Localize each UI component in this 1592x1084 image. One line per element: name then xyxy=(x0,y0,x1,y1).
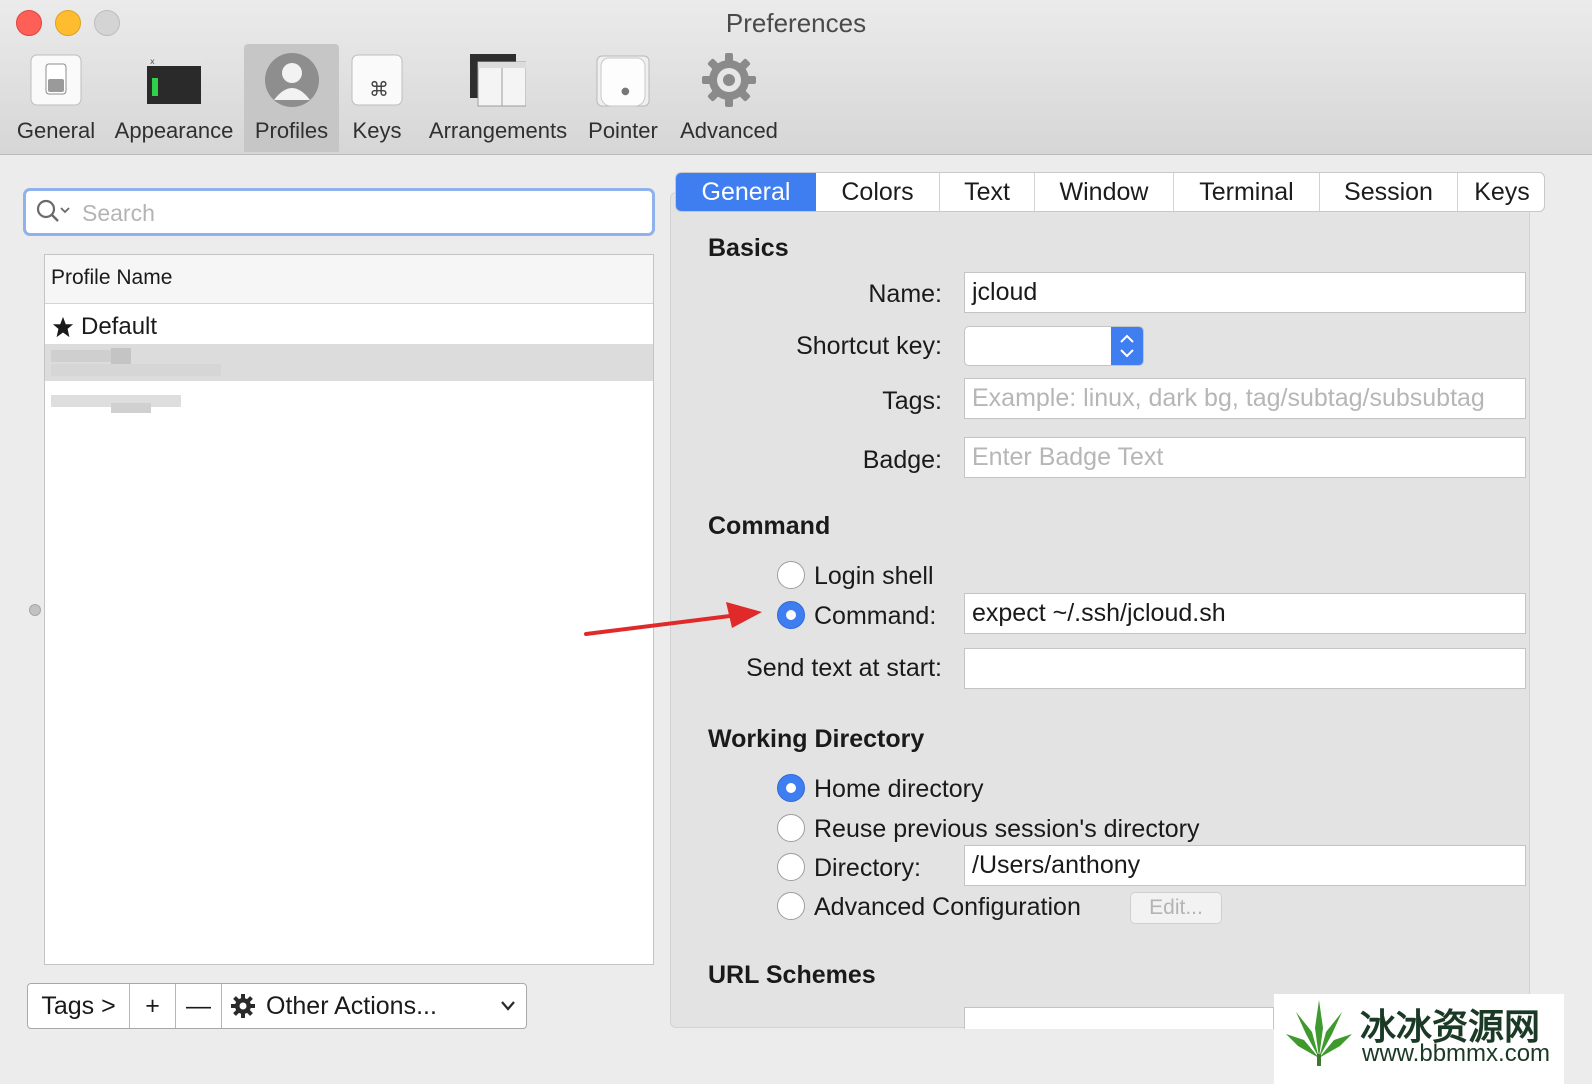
tags-field[interactable]: Example: linux, dark bg, tag/subtag/subs… xyxy=(964,378,1526,419)
shortcut-key-popup[interactable] xyxy=(964,326,1144,366)
remove-profile-button[interactable]: — xyxy=(176,984,222,1028)
tags-label: Tags: xyxy=(882,387,942,415)
badge-label: Badge: xyxy=(862,446,942,474)
watermark-url: www.bbmmx.com xyxy=(1362,1040,1551,1067)
directory-label: Directory: xyxy=(814,854,921,882)
toolbar-general[interactable]: General xyxy=(12,44,100,152)
split-view-handle[interactable] xyxy=(29,604,41,616)
send-text-label: Send text at start: xyxy=(746,654,942,682)
profile-actions-bar: Tags > + — Other Actions... xyxy=(27,983,527,1029)
badge-field[interactable]: Enter Badge Text xyxy=(964,437,1526,478)
home-directory-label: Home directory xyxy=(814,775,984,803)
tab-keys[interactable]: Keys xyxy=(1458,173,1544,211)
directory-radio[interactable] xyxy=(777,853,805,881)
gear-icon xyxy=(231,994,255,1018)
advanced-gear-icon xyxy=(702,53,756,107)
other-actions-menu[interactable]: Other Actions... xyxy=(222,984,526,1028)
toolbar-arrangements[interactable]: Arrangements xyxy=(420,44,576,152)
url-schemes-popup[interactable] xyxy=(964,1007,1274,1029)
redacted-name xyxy=(51,350,111,362)
toolbar-keys[interactable]: ⌘ Keys xyxy=(343,44,411,152)
settings-tab-bar: General Colors Text Window Terminal Sess… xyxy=(675,172,1545,212)
login-shell-radio[interactable] xyxy=(777,561,805,589)
svg-text:⌘: ⌘ xyxy=(369,77,389,101)
reuse-directory-label: Reuse previous session's directory xyxy=(814,815,1200,843)
tab-general[interactable]: General xyxy=(676,173,816,211)
command-radio[interactable] xyxy=(777,601,805,629)
advanced-configuration-label: Advanced Configuration xyxy=(814,893,1081,921)
watermark: 冰冰资源网 www.bbmmx.com xyxy=(1274,994,1564,1084)
profile-name: Default xyxy=(81,313,158,340)
toolbar-label: Advanced xyxy=(680,118,778,143)
other-actions-label: Other Actions... xyxy=(266,992,437,1020)
toolbar-label: Profiles xyxy=(254,118,329,143)
general-switch-icon xyxy=(30,54,82,106)
tab-colors[interactable]: Colors xyxy=(816,173,940,211)
command-field[interactable]: expect ~/.ssh/jcloud.sh xyxy=(964,593,1526,634)
search-icon xyxy=(36,199,70,222)
tab-text[interactable]: Text xyxy=(940,173,1035,211)
shortcut-key-label: Shortcut key: xyxy=(796,332,942,360)
tab-session[interactable]: Session xyxy=(1320,173,1458,211)
svg-text:●: ● xyxy=(621,86,630,97)
annotation-arrow xyxy=(584,602,762,636)
toolbar-pointer[interactable]: ● Pointer xyxy=(582,44,664,152)
profile-table[interactable]: Profile Name Default xyxy=(44,254,654,965)
login-shell-label: Login shell xyxy=(814,562,934,590)
redacted-name xyxy=(51,364,221,376)
profile-name-column-header[interactable]: Profile Name xyxy=(45,255,653,304)
svg-text:x: x xyxy=(150,57,155,66)
redacted-name xyxy=(111,403,151,413)
advanced-configuration-radio[interactable] xyxy=(777,892,805,920)
leaf-logo-icon xyxy=(1286,1000,1352,1066)
shortcut-stepper[interactable] xyxy=(1111,327,1143,365)
arrangements-windows-icon xyxy=(470,54,526,107)
window-title: Preferences xyxy=(725,8,867,38)
keys-command-icon: ⌘ xyxy=(351,54,403,106)
up-down-chevron-icon xyxy=(1120,334,1134,358)
column-header-label: Profile Name xyxy=(51,266,173,289)
edit-button[interactable]: Edit... xyxy=(1130,892,1222,924)
working-directory-heading: Working Directory xyxy=(708,725,925,753)
search-input[interactable] xyxy=(80,196,644,230)
default-star-icon xyxy=(52,316,74,338)
add-profile-button[interactable]: + xyxy=(130,984,176,1028)
chevron-down-icon xyxy=(501,1001,515,1011)
redacted-name xyxy=(111,348,131,364)
name-field[interactable]: jcloud xyxy=(964,272,1526,313)
directory-field[interactable]: /Users/anthony xyxy=(964,845,1526,886)
command-heading: Command xyxy=(708,512,831,540)
basics-heading: Basics xyxy=(708,234,789,262)
toolbar-label: Keys xyxy=(352,118,402,143)
toolbar-label: Arrangements xyxy=(428,118,568,143)
profile-row-default[interactable]: Default xyxy=(45,307,653,344)
appearance-terminal-icon: x xyxy=(147,56,201,104)
tab-window[interactable]: Window xyxy=(1035,173,1174,211)
toolbar-label: Appearance xyxy=(114,118,234,143)
profile-row-selected[interactable] xyxy=(45,344,653,381)
pointer-mouse-icon: ● xyxy=(596,55,650,107)
toolbar-label: General xyxy=(16,118,96,143)
profile-search-field[interactable] xyxy=(23,188,655,236)
toolbar-advanced[interactable]: Advanced xyxy=(673,44,785,152)
toolbar-label: Pointer xyxy=(588,118,658,143)
toolbar-profiles[interactable]: Profiles xyxy=(244,44,339,152)
name-label: Name: xyxy=(868,280,942,308)
profile-row[interactable] xyxy=(45,381,653,418)
home-directory-radio[interactable] xyxy=(777,774,805,802)
tab-terminal[interactable]: Terminal xyxy=(1174,173,1320,211)
command-label: Command: xyxy=(814,602,937,630)
toolbar-appearance[interactable]: x Appearance xyxy=(108,44,240,152)
send-text-field[interactable] xyxy=(964,648,1526,689)
url-schemes-heading: URL Schemes xyxy=(708,961,876,989)
profiles-user-icon xyxy=(264,53,319,107)
reuse-directory-radio[interactable] xyxy=(777,814,805,842)
tags-toggle-button[interactable]: Tags > xyxy=(28,984,130,1028)
